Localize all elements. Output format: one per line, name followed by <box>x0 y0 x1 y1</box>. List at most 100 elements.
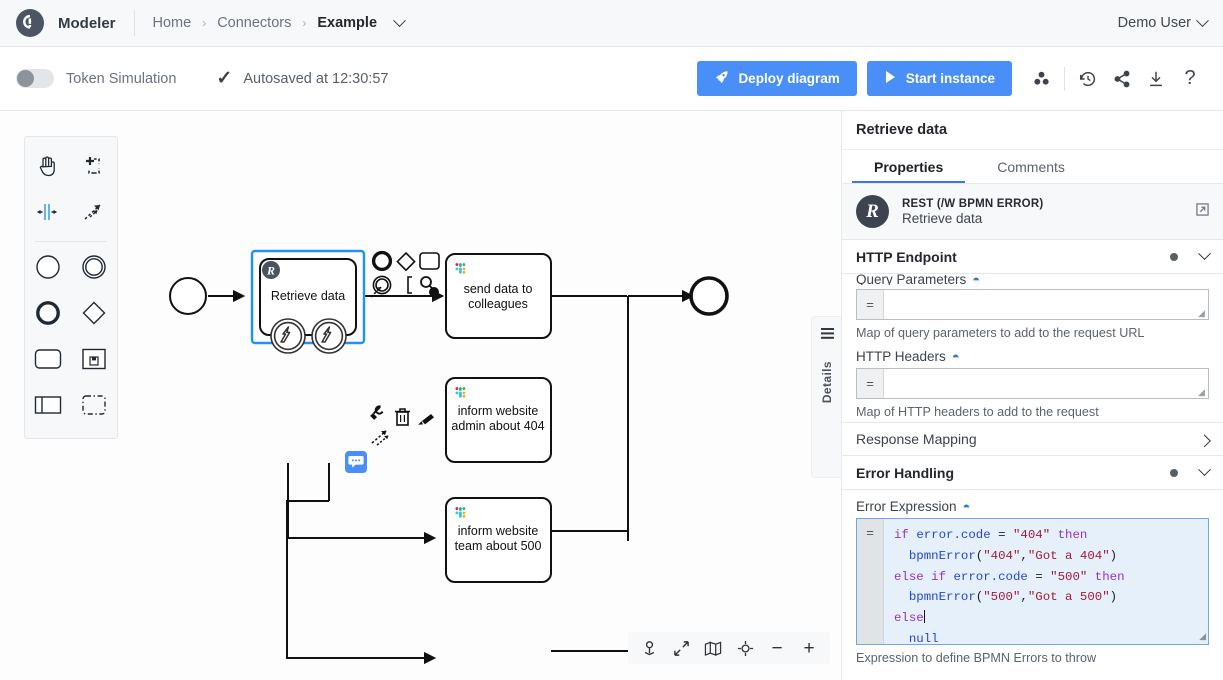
svg-text:Retrieve data: Retrieve data <box>271 289 345 303</box>
help-icon[interactable]: ? <box>1173 62 1207 96</box>
breadcrumb-home[interactable]: Home <box>153 15 192 31</box>
panel-title: Retrieve data <box>842 111 1223 150</box>
equals-prefix: = <box>857 290 884 319</box>
code-line: bpmnError("500","Got a 500") <box>894 587 1200 608</box>
hamburger-icon <box>820 327 835 345</box>
download-icon[interactable] <box>1139 62 1173 96</box>
resize-grip-icon[interactable]: ◢ <box>1198 388 1207 397</box>
comment-badge <box>345 451 367 473</box>
canvas-bottom-toolbar: − + <box>628 632 830 664</box>
check-icon: ✓ <box>216 67 232 90</box>
error-expression-code[interactable]: if error.code = "404" then bpmnError("40… <box>884 519 1208 644</box>
zoom-out-button[interactable]: − <box>762 634 792 662</box>
autosave-status: Autosaved at 12:30:57 <box>243 71 388 87</box>
details-tab[interactable]: Details <box>811 316 841 478</box>
code-token: then <box>1050 528 1087 542</box>
app-header: Modeler Home › Connectors › Example Demo… <box>0 0 1223 47</box>
token-simulation-toggle[interactable] <box>16 69 54 88</box>
minimap-button[interactable] <box>698 634 728 662</box>
resize-grip-icon[interactable]: ◢ <box>1198 309 1207 318</box>
fx-icon[interactable]: ◓ <box>972 274 980 285</box>
code-line: null <box>894 629 1200 645</box>
fx-icon[interactable]: ◓ <box>952 349 960 364</box>
token-simulation-label: Token Simulation <box>66 71 176 87</box>
section-header-response-mapping[interactable]: Response Mapping <box>842 422 1223 456</box>
section-header-http-endpoint[interactable]: HTTP Endpoint <box>842 240 1223 274</box>
reset-zoom-button[interactable] <box>730 634 760 662</box>
resize-grip-icon[interactable]: ◢ <box>1199 631 1206 642</box>
history-icon[interactable] <box>1071 62 1105 96</box>
code-token: bpmnError <box>894 549 976 563</box>
chevron-down-icon[interactable] <box>1196 14 1209 27</box>
section-header-error-handling[interactable]: Error Handling <box>842 456 1223 490</box>
code-token: null <box>894 632 939 645</box>
http-headers-value[interactable] <box>884 369 1208 398</box>
share-icon[interactable] <box>1105 62 1139 96</box>
tab-comments[interactable]: Comments <box>975 150 1087 183</box>
context-pad <box>371 253 439 445</box>
svg-text:inform website: inform website <box>458 404 539 418</box>
tab-properties[interactable]: Properties <box>852 150 965 183</box>
query-parameters-label: Query Parameters ◓ <box>856 274 1209 285</box>
user-menu-label[interactable]: Demo User <box>1118 15 1191 31</box>
code-line: if error.code = "404" then <box>894 525 1200 546</box>
section-title-http-endpoint: HTTP Endpoint <box>856 249 957 265</box>
header-divider <box>134 10 135 36</box>
connector-header: R REST (/W BPMN ERROR) Retrieve data <box>842 184 1223 240</box>
section-status-dot <box>1170 469 1178 477</box>
code-token: else if <box>894 570 954 584</box>
breadcrumb: Home › Connectors › Example <box>153 15 405 31</box>
query-parameters-value[interactable] <box>884 290 1208 319</box>
bpmn-canvas[interactable]: R Retrieve data <box>0 111 841 680</box>
bpmn-diagram[interactable]: R Retrieve data <box>0 111 841 680</box>
section-status-dot <box>1170 253 1178 261</box>
connector-avatar: R <box>856 195 889 228</box>
error-expression-editor[interactable]: = if error.code = "404" then bpmnError("… <box>856 518 1209 645</box>
details-tab-label: Details <box>820 361 834 403</box>
deploy-diagram-button[interactable]: Deploy diagram <box>697 61 856 96</box>
query-parameters-input[interactable]: = ◢ <box>856 289 1209 320</box>
http-headers-input[interactable]: = ◢ <box>856 368 1209 399</box>
breadcrumb-separator: › <box>302 16 306 30</box>
query-parameters-helper: Map of query parameters to add to the re… <box>856 326 1209 340</box>
code-token: "404" <box>983 549 1020 563</box>
code-token: if <box>894 528 916 542</box>
rocket-icon <box>714 70 729 88</box>
app-name: Modeler <box>58 15 116 32</box>
chevron-down-icon[interactable] <box>393 14 406 27</box>
text-caret <box>924 610 925 623</box>
zoom-in-button[interactable]: + <box>794 634 824 662</box>
start-instance-button[interactable]: Start instance <box>867 61 1012 96</box>
error-expression-helper: Expression to define BPMN Errors to thro… <box>856 651 1209 665</box>
connector-name: Retrieve data <box>902 211 1043 226</box>
tab-comments-label: Comments <box>997 159 1065 175</box>
toolbar-divider <box>1064 67 1065 91</box>
svg-text:team about 500: team about 500 <box>455 539 542 553</box>
error-expression-label-text: Error Expression <box>856 499 957 514</box>
breadcrumb-connectors[interactable]: Connectors <box>217 15 291 31</box>
breadcrumb-separator: › <box>202 16 206 30</box>
hand-tool-button[interactable] <box>634 634 664 662</box>
svg-text:R: R <box>266 264 275 278</box>
svg-text:send data to: send data to <box>464 282 533 296</box>
camunda-logo-icon <box>16 9 44 37</box>
code-token: "500" <box>983 590 1020 604</box>
code-line: else <box>894 608 1200 629</box>
section-body-error-handling: Error Expression ◓ = if error.code = "40… <box>842 499 1223 665</box>
breadcrumb-example[interactable]: Example <box>317 15 377 31</box>
svg-text:colleagues: colleagues <box>468 297 528 311</box>
external-link-icon[interactable] <box>1196 203 1209 221</box>
code-token: "404" <box>1013 528 1050 542</box>
cluster-icon[interactable] <box>1024 62 1058 96</box>
connector-type: REST (/W BPMN ERROR) <box>902 198 1043 210</box>
code-token: "500" <box>1050 570 1087 584</box>
svg-text:inform website: inform website <box>458 524 539 538</box>
toggle-knob <box>17 70 34 87</box>
code-token: , <box>1020 590 1027 604</box>
fx-icon[interactable]: ◓ <box>963 499 971 514</box>
start-instance-label: Start instance <box>906 71 995 86</box>
code-token: = <box>1028 570 1050 584</box>
fit-viewport-button[interactable] <box>666 634 696 662</box>
section-title-error-handling: Error Handling <box>856 465 954 481</box>
equals-prefix: = <box>857 519 884 644</box>
